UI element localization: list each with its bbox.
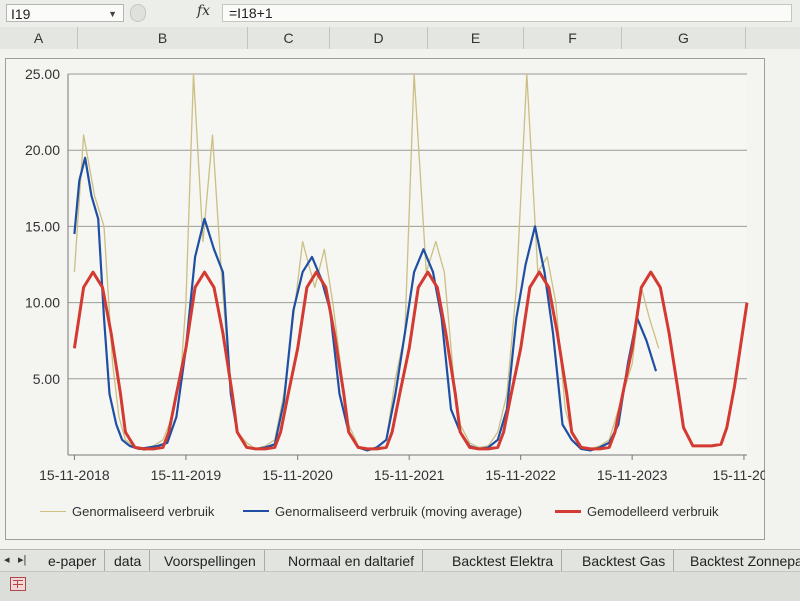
y-tick-label: 15.00 — [25, 218, 60, 234]
x-tick-label: 15-11-2019 — [151, 467, 222, 483]
legend-swatch-raw — [40, 510, 66, 512]
legend-item-moving-average: Genormaliseerd verbruik (moving average) — [243, 500, 522, 522]
name-box-dropdown-icon[interactable]: ▼ — [108, 5, 117, 23]
legend-swatch-modelled — [555, 509, 581, 513]
column-headers: A B C D E F G — [0, 27, 800, 50]
y-tick-label: 20.00 — [25, 142, 60, 158]
y-tick-label: 5.00 — [33, 371, 60, 387]
name-box[interactable]: I19 ▼ — [6, 4, 124, 22]
formula-input[interactable]: =I18+1 — [222, 4, 792, 22]
y-tick-label: 10.00 — [25, 295, 60, 311]
formula-bar: I19 ▼ fx =I18+1 — [0, 0, 800, 28]
sheet-tab-e-paper[interactable]: e-paper — [40, 550, 106, 572]
legend-item-modelled: Gemodelleerd verbruik — [555, 500, 719, 522]
spreadsheet-icon[interactable] — [10, 577, 26, 591]
x-tick-label: 15-11-2020 — [262, 467, 333, 483]
legend-label-raw: Genormaliseerd verbruik — [72, 503, 215, 519]
y-tick-label: 25.00 — [25, 66, 60, 82]
column-header-d[interactable]: D — [330, 27, 428, 49]
legend-label-moving-average: Genormaliseerd verbruik (moving average) — [275, 503, 523, 519]
column-header-f[interactable]: F — [524, 27, 622, 49]
x-tick-label: 15-11-2018 — [39, 467, 110, 483]
column-header-a[interactable]: A — [0, 27, 78, 49]
x-tick-label: 15-11-2022 — [485, 467, 556, 483]
insert-function-icon[interactable]: fx — [197, 3, 210, 19]
sheet-tab-backtest-elektra[interactable]: Backtest Elektra — [444, 550, 563, 572]
sheet-tab-data[interactable]: data — [106, 550, 151, 572]
x-axis-ticks: 15-11-2018 15-11-2019 15-11-2020 15-11-2021… — [39, 455, 765, 483]
formula-bar-handle[interactable] — [130, 4, 146, 22]
status-bar — [0, 571, 800, 601]
column-header-b[interactable]: B — [78, 27, 248, 49]
chart-legend: Genormaliseerd verbruik Genormaliseerd v… — [40, 500, 760, 522]
sheet-tab-backtest-zonnepanelen[interactable]: Backtest Zonnepa — [682, 550, 800, 572]
line-chart: 5.00 10.00 15.00 20.00 25.00 15-11-2018 15-11… — [25, 66, 765, 483]
tab-scroll-left-icon[interactable]: ◂ — [4, 553, 10, 566]
sheet-tab-normaal-en-daltarief[interactable]: Normaal en daltarief — [280, 550, 424, 572]
x-tick-label: 15-11-2021 — [374, 467, 445, 483]
x-tick-label: 15-11-202 — [713, 467, 765, 483]
x-tick-label: 15-11-2023 — [597, 467, 668, 483]
legend-swatch-moving-average — [243, 510, 269, 512]
tab-scroll-right-icon[interactable]: ▸| — [18, 553, 26, 566]
cell-reference: I19 — [11, 6, 31, 22]
sheet-tab-voorspellingen[interactable]: Voorspellingen — [156, 550, 265, 572]
column-header-c[interactable]: C — [248, 27, 330, 49]
legend-label-modelled: Gemodelleerd verbruik — [587, 503, 719, 519]
sheet-tabs-bar: ◂ ▸| e-paper data Voorspellingen Normaal… — [0, 549, 800, 572]
column-header-blank[interactable] — [746, 27, 800, 49]
sheet-tab-backtest-gas[interactable]: Backtest Gas — [574, 550, 675, 572]
y-axis-ticks: 5.00 10.00 15.00 20.00 25.00 — [25, 66, 60, 387]
column-header-g[interactable]: G — [622, 27, 746, 49]
legend-item-raw: Genormaliseerd verbruik — [40, 500, 214, 522]
column-header-e[interactable]: E — [428, 27, 524, 49]
